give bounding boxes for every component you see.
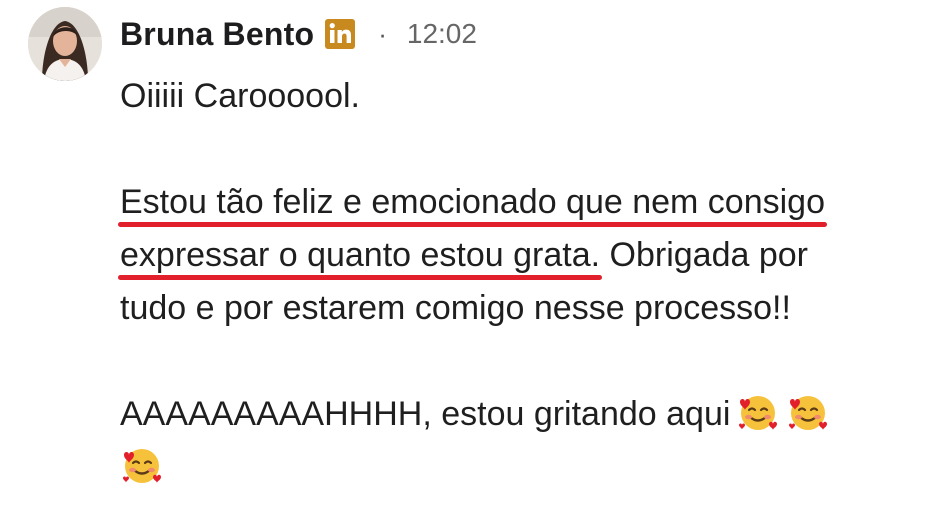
smiling-face-with-hearts-icon <box>120 443 164 487</box>
message-text: AAAAAAAAAHHHH, estou gritando aqui <box>120 395 731 433</box>
message-text: Obrigada por <box>600 236 808 274</box>
sender-avatar[interactable] <box>28 7 102 81</box>
underlined-text: Estou tão feliz e emocionado que nem con… <box>117 176 828 229</box>
underlined-text: expressar o quanto estou grata. <box>117 229 603 282</box>
sender-name[interactable]: Bruna Bento <box>120 16 314 53</box>
message-header: Bruna Bento · 12:02 <box>120 12 477 56</box>
message-line: AAAAAAAAAHHHH, estou gritando aqui <box>120 388 940 441</box>
smiling-face-with-hearts-icon <box>736 390 780 434</box>
message-line: Oiiiii Caroooool. <box>120 77 360 115</box>
message-body: Oiiiii Caroooool. Estou tão feliz e emoc… <box>117 70 940 494</box>
separator-dot: · <box>378 19 387 49</box>
message-line: Estou tão feliz e emocionado que nem con… <box>117 176 940 229</box>
message-line: expressar o quanto estou grata. Obrigada… <box>117 229 940 282</box>
smiling-face-with-hearts-icon <box>786 390 830 434</box>
linkedin-icon <box>324 18 356 50</box>
message-line: tudo e por estarem comigo nesse processo… <box>120 289 791 327</box>
message-line <box>120 441 940 494</box>
message-timestamp: 12:02 <box>406 18 477 49</box>
avatar-photo <box>28 7 102 81</box>
